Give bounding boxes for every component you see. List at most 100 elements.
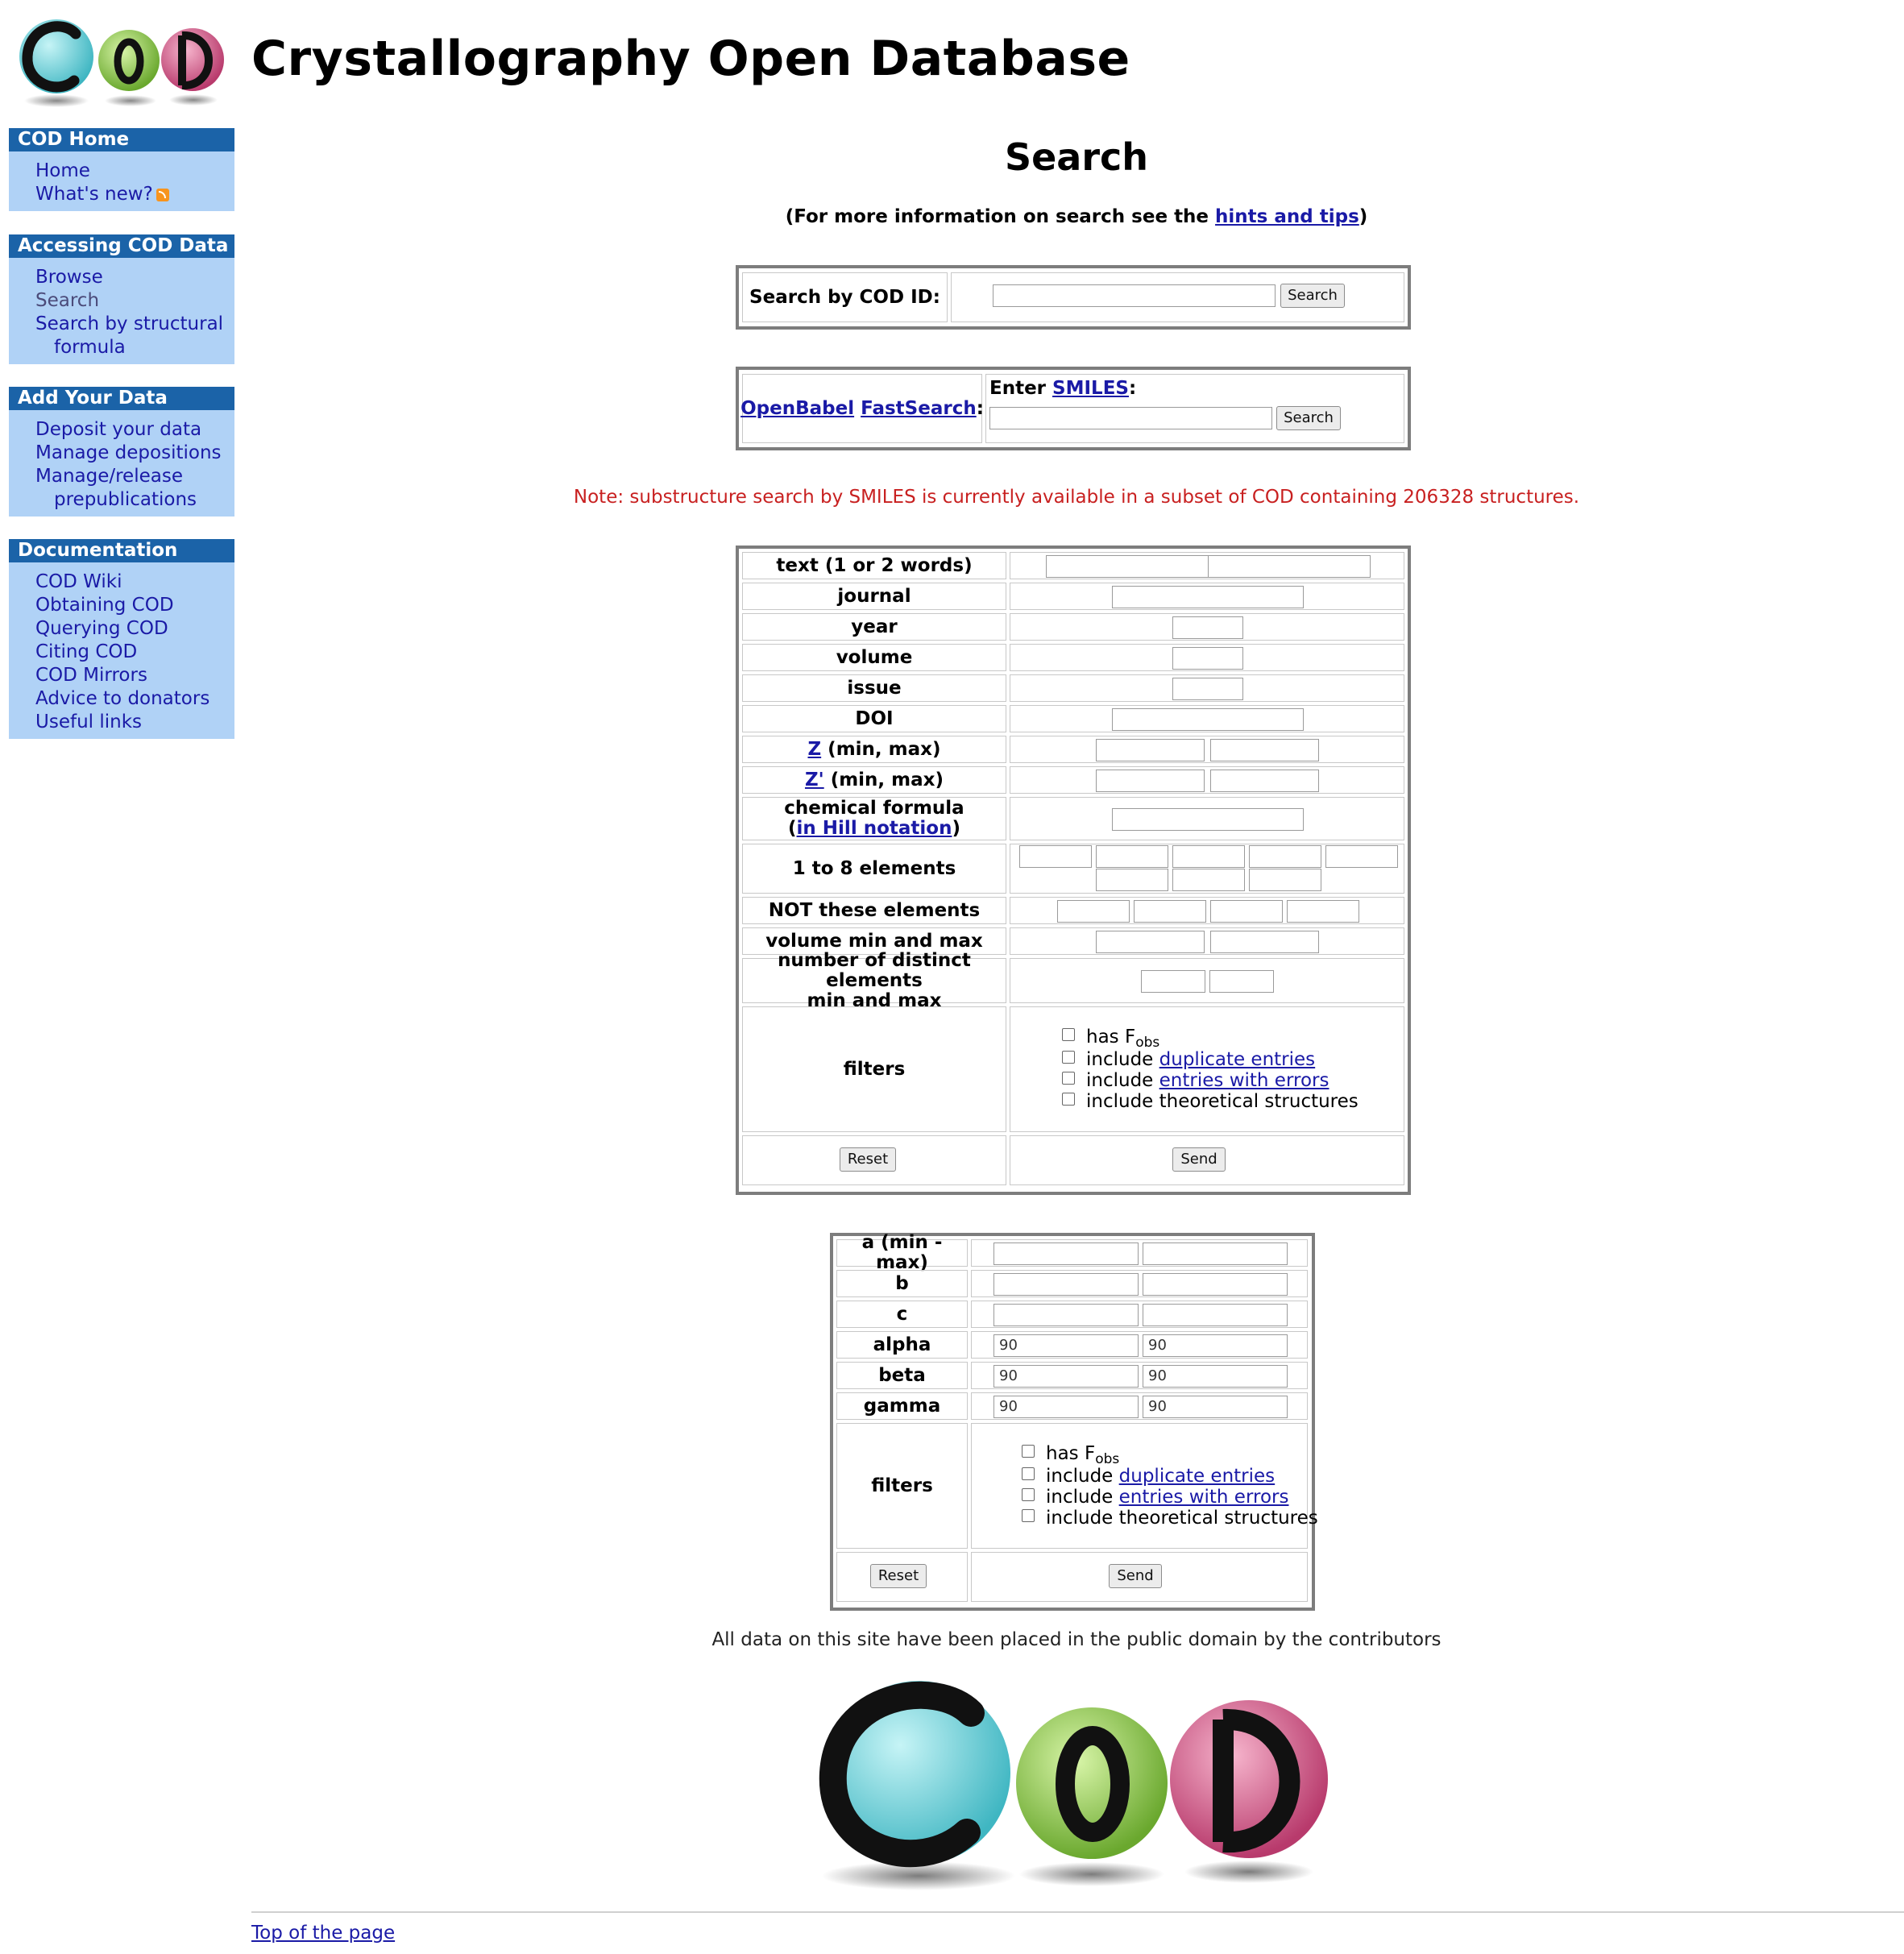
- nav-link-manage-release[interactable]: Manage/release: [35, 465, 234, 488]
- year-input-cell: [1010, 613, 1404, 641]
- element-input-2[interactable]: [1096, 845, 1168, 868]
- smiles-input[interactable]: [989, 407, 1272, 429]
- nav-link-cod-wiki[interactable]: COD Wiki: [35, 570, 234, 594]
- fobs-checkbox[interactable]: [1062, 1028, 1075, 1041]
- z-prime-min-input[interactable]: [1096, 770, 1205, 792]
- filter2-theoretical[interactable]: include theoretical structures: [1022, 1508, 1318, 1529]
- doi-input[interactable]: [1112, 708, 1304, 731]
- openbabel-link[interactable]: OpenBabel: [740, 398, 854, 419]
- nav-link-search[interactable]: Search: [35, 289, 234, 313]
- element-input-1[interactable]: [1019, 845, 1092, 868]
- chemical-formula-input[interactable]: [1112, 808, 1304, 831]
- issue-label: issue: [742, 674, 1006, 702]
- nav-link-structural-formula-cont[interactable]: formula: [35, 336, 234, 359]
- theoretical-checkbox[interactable]: [1062, 1093, 1075, 1106]
- nav-link-querying-cod[interactable]: Querying COD: [35, 617, 234, 641]
- volume-max-input[interactable]: [1210, 931, 1319, 953]
- nav-link-cod-mirrors[interactable]: COD Mirrors: [35, 664, 234, 687]
- nav-link-prepublications[interactable]: prepublications: [35, 488, 234, 512]
- distinct-max-input[interactable]: [1209, 970, 1274, 993]
- nav-link-whats-new[interactable]: What's new?: [35, 183, 234, 206]
- nav-link-browse[interactable]: Browse: [35, 266, 234, 289]
- errors2-checkbox[interactable]: [1022, 1488, 1035, 1501]
- send2-button[interactable]: Send: [1109, 1564, 1162, 1588]
- volume-min-input[interactable]: [1096, 931, 1205, 953]
- element-input-3[interactable]: [1172, 845, 1245, 868]
- text-word1-input[interactable]: [1046, 555, 1209, 578]
- z-min-input[interactable]: [1096, 739, 1205, 761]
- filter-errors[interactable]: include entries with errors: [1062, 1070, 1329, 1091]
- not-element-input-1[interactable]: [1057, 900, 1130, 923]
- alpha-min-input[interactable]: 90: [993, 1334, 1139, 1357]
- gamma-min-input[interactable]: 90: [993, 1396, 1139, 1418]
- duplicates-checkbox[interactable]: [1062, 1051, 1075, 1064]
- filter-theoretical[interactable]: include theoretical structures: [1062, 1091, 1359, 1112]
- nav-link-citing-cod[interactable]: Citing COD: [35, 641, 234, 664]
- element-input-4[interactable]: [1249, 845, 1321, 868]
- reset-button[interactable]: Reset: [840, 1147, 896, 1172]
- beta-max-input[interactable]: 90: [1143, 1365, 1288, 1388]
- b-max-input[interactable]: [1143, 1273, 1288, 1296]
- cod-id-input[interactable]: [993, 284, 1276, 307]
- hints-and-tips-link[interactable]: hints and tips: [1215, 206, 1359, 227]
- entries-with-errors-link[interactable]: entries with errors: [1159, 1070, 1329, 1091]
- volume-input[interactable]: [1172, 647, 1243, 670]
- cod-logo[interactable]: [18, 16, 229, 109]
- z-prime-link[interactable]: Z': [805, 770, 824, 790]
- element-input-5[interactable]: [1325, 845, 1398, 868]
- text-word2-input[interactable]: [1208, 555, 1371, 578]
- smiles-link[interactable]: SMILES: [1052, 378, 1129, 399]
- theoretical2-checkbox[interactable]: [1022, 1509, 1035, 1522]
- not-element-input-2[interactable]: [1134, 900, 1206, 923]
- beta-min-input[interactable]: 90: [993, 1365, 1139, 1388]
- alpha-max-input[interactable]: 90: [1143, 1334, 1288, 1357]
- nav-link-useful-links[interactable]: Useful links: [35, 711, 234, 734]
- b-min-input[interactable]: [993, 1273, 1139, 1296]
- fobs2-checkbox[interactable]: [1022, 1445, 1035, 1458]
- a-min-input[interactable]: [993, 1243, 1139, 1265]
- duplicates2-checkbox[interactable]: [1022, 1467, 1035, 1480]
- doi-label: DOI: [742, 705, 1006, 732]
- gamma-input-cell: 90 90: [971, 1392, 1308, 1420]
- smiles-search-button[interactable]: Search: [1276, 406, 1341, 430]
- filter-duplicates[interactable]: include duplicate entries: [1062, 1049, 1315, 1070]
- element-input-7[interactable]: [1172, 869, 1245, 891]
- nav-link-obtaining-cod[interactable]: Obtaining COD: [35, 594, 234, 617]
- element-input-8[interactable]: [1249, 869, 1321, 891]
- top-of-page-link[interactable]: Top of the page: [251, 1923, 395, 1944]
- errors-checkbox[interactable]: [1062, 1072, 1075, 1085]
- nav-link-advice-donators[interactable]: Advice to donators: [35, 687, 234, 711]
- journal-input[interactable]: [1112, 586, 1304, 608]
- element-input-6[interactable]: [1096, 869, 1168, 891]
- c-min-input[interactable]: [993, 1304, 1139, 1326]
- not-element-input-4[interactable]: [1287, 900, 1359, 923]
- nav-link-manage-depositions[interactable]: Manage depositions: [35, 442, 234, 465]
- filter2-errors[interactable]: include entries with errors: [1022, 1487, 1288, 1508]
- entries-with-errors2-link[interactable]: entries with errors: [1119, 1487, 1289, 1508]
- reset2-button[interactable]: Reset: [870, 1564, 927, 1588]
- cod-id-label: Search by COD ID:: [742, 272, 948, 322]
- a-input-cell: [971, 1239, 1308, 1267]
- duplicate-entries-link[interactable]: duplicate entries: [1159, 1049, 1316, 1070]
- z-max-input[interactable]: [1210, 739, 1319, 761]
- duplicate-entries2-link[interactable]: duplicate entries: [1119, 1466, 1276, 1487]
- issue-input[interactable]: [1172, 678, 1243, 700]
- year-input[interactable]: [1172, 616, 1243, 639]
- hill-notation-link[interactable]: in Hill notation: [797, 818, 952, 839]
- c-max-input[interactable]: [1143, 1304, 1288, 1326]
- z-link[interactable]: Z: [807, 739, 821, 760]
- rss-icon[interactable]: [156, 188, 169, 201]
- fastsearch-link[interactable]: FastSearch: [861, 398, 977, 419]
- nav-link-structural-formula[interactable]: Search by structural: [35, 313, 234, 336]
- z-prime-max-input[interactable]: [1210, 770, 1319, 792]
- c-input-cell: [971, 1301, 1308, 1328]
- filter2-duplicates[interactable]: include duplicate entries: [1022, 1466, 1275, 1487]
- a-max-input[interactable]: [1143, 1243, 1288, 1265]
- nav-link-home[interactable]: Home: [35, 160, 234, 183]
- gamma-max-input[interactable]: 90: [1143, 1396, 1288, 1418]
- not-element-input-3[interactable]: [1210, 900, 1283, 923]
- nav-link-deposit[interactable]: Deposit your data: [35, 418, 234, 442]
- cod-id-search-button[interactable]: Search: [1280, 284, 1345, 308]
- distinct-min-input[interactable]: [1141, 970, 1205, 993]
- send-button[interactable]: Send: [1172, 1147, 1226, 1172]
